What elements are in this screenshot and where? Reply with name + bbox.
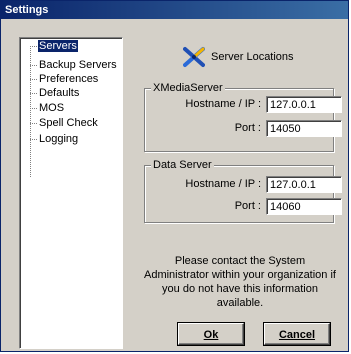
nav-item-backup-servers[interactable]: Backup Servers — [30, 59, 118, 71]
nav-item-label: Preferences — [39, 73, 99, 85]
cancel-button[interactable]: Cancel — [264, 323, 330, 345]
xmedia-port-input[interactable] — [266, 120, 342, 137]
settings-window: Settings Servers Backup Servers Preferen… — [0, 0, 349, 352]
xmedia-server-group: XMediaServer Hostname / IP : Port : — [144, 82, 342, 152]
nav-item-label: Backup Servers — [39, 59, 117, 71]
section-header: Server Locations — [183, 46, 294, 68]
nav-item-label: Defaults — [39, 87, 80, 99]
nav-item-preferences[interactable]: Preferences — [30, 73, 99, 85]
contact-admin-notice: Please contact the System Administrator … — [144, 255, 336, 309]
nav-item-spell-check[interactable]: Spell Check — [30, 117, 99, 129]
server-locations-icon — [183, 47, 205, 67]
nav-item-servers[interactable]: Servers — [30, 40, 78, 52]
xmedia-hostname-input[interactable] — [266, 96, 342, 113]
ok-button[interactable]: Ok — [178, 323, 244, 345]
settings-nav-tree[interactable]: Servers Backup Servers Preferences Defau… — [19, 37, 123, 349]
port-label: Port : — [234, 122, 261, 134]
hostname-label: Hostname / IP : — [185, 98, 261, 110]
data-port-input[interactable] — [266, 198, 342, 215]
port-label: Port : — [234, 200, 261, 212]
group-title: XMediaServer — [151, 82, 225, 95]
group-title: Data Server — [151, 159, 214, 172]
nav-item-label: Servers — [38, 40, 78, 52]
nav-item-mos[interactable]: MOS — [30, 102, 65, 114]
data-server-group: Data Server Hostname / IP : Port : — [144, 159, 342, 223]
nav-item-logging[interactable]: Logging — [30, 133, 79, 145]
section-title: Server Locations — [211, 51, 294, 63]
nav-item-label: Logging — [39, 133, 79, 145]
nav-item-label: MOS — [39, 102, 65, 114]
nav-item-label: Spell Check — [39, 117, 98, 129]
window-title[interactable]: Settings — [1, 1, 348, 19]
nav-item-defaults[interactable]: Defaults — [30, 87, 80, 99]
hostname-label: Hostname / IP : — [185, 178, 261, 190]
data-hostname-input[interactable] — [266, 176, 342, 193]
